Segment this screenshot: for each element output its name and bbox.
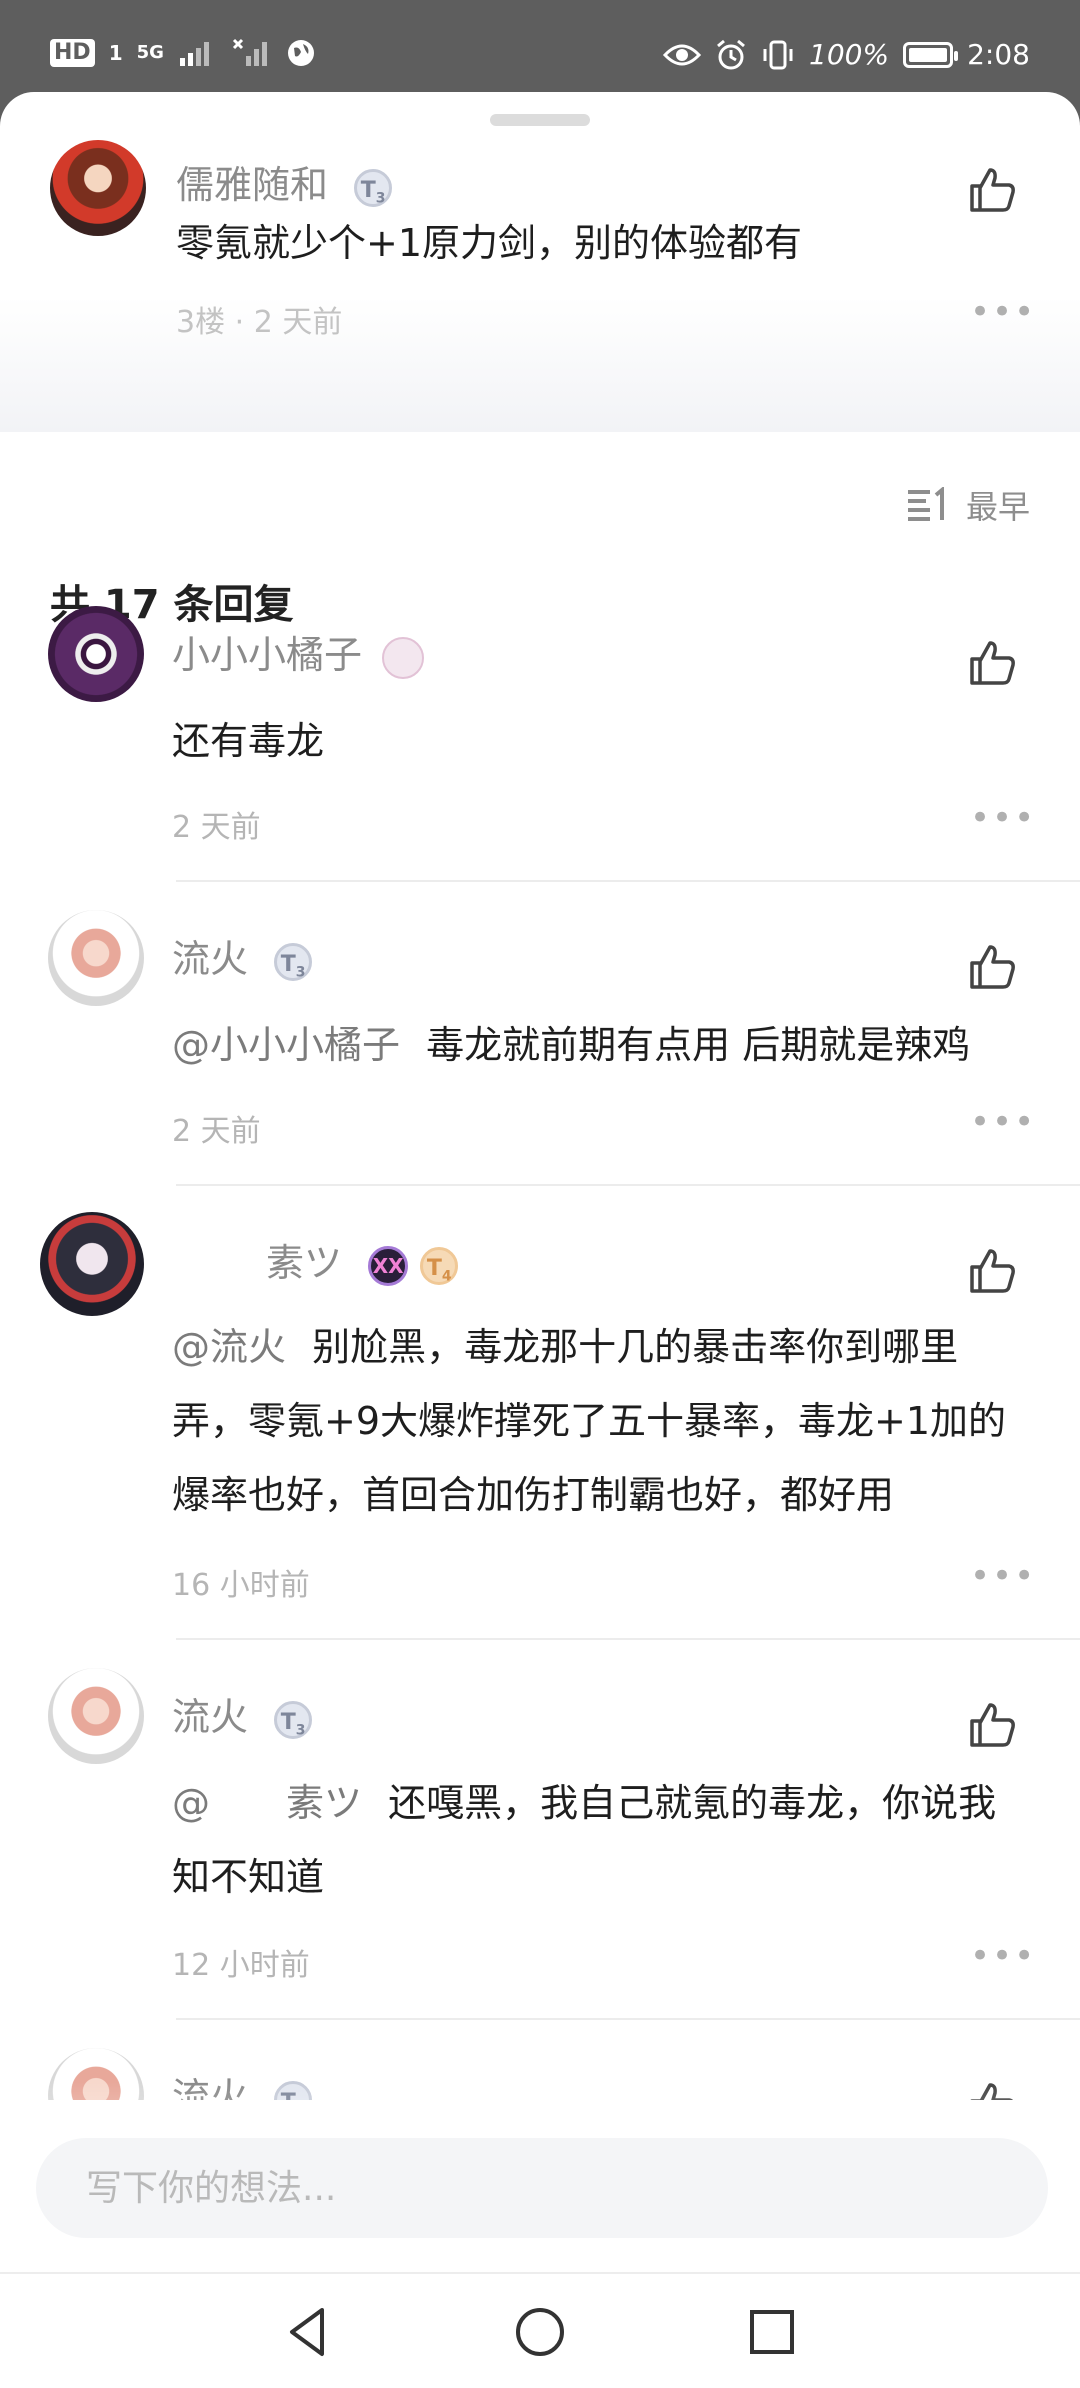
comment-time: 16 小时前 — [172, 1568, 310, 1603]
mention-link[interactable]: @小小小橘子 — [172, 1023, 400, 1067]
thumbs-up-icon[interactable] — [966, 941, 1018, 993]
comment-text: 还有毒龙 — [172, 719, 325, 763]
thumbs-up-icon[interactable] — [966, 1245, 1018, 1297]
comment-input-bar — [0, 2100, 1080, 2272]
system-nav-bar — [0, 2272, 1080, 2388]
username[interactable]: 儒雅随和 T3 — [176, 154, 393, 209]
alarm-icon — [717, 39, 746, 69]
sort-label: 最早 — [965, 488, 1030, 526]
mention-link[interactable]: @流火 — [172, 1325, 286, 1369]
thumbs-up-icon[interactable] — [966, 164, 1018, 216]
network-label: 5G — [136, 42, 164, 63]
divider — [176, 1184, 1080, 1186]
avatar[interactable] — [48, 606, 144, 702]
level-number: 3 — [295, 1721, 306, 1738]
avatar[interactable] — [48, 1668, 144, 1764]
comment-sheet: 儒雅随和 T3 零氪就少个+1原力剑，别的体验都有 3楼 · 2 天前 ••• … — [0, 92, 1080, 2272]
comment-text: @流火 别尬黑，毒龙那十几的暴击率你到哪里弄，零氪+9大爆炸撑死了五十暴率，毒龙… — [172, 1310, 1032, 1532]
comment-text: @ 素ツ 还嘎黑，我自己就氪的毒龙，你说我知不知道 — [172, 1766, 1032, 1914]
level-badge: T3 — [274, 1700, 313, 1739]
special-badge-icon: XX — [368, 1245, 409, 1286]
level-number: 4 — [441, 1267, 452, 1284]
divider — [176, 2018, 1080, 2020]
fan-badge-icon — [382, 636, 425, 679]
divider — [176, 1638, 1080, 1640]
level-number: 3 — [375, 189, 386, 206]
more-dots-icon[interactable]: ••• — [970, 1939, 1036, 1973]
comment-body: 别尬黑，毒龙那十几的暴击率你到哪里弄，零氪+9大爆炸撑死了五十暴率，毒龙+1加的… — [172, 1325, 1007, 1517]
level-number: 3 — [295, 963, 306, 980]
sort-button[interactable]: 最早 — [906, 482, 1030, 528]
more-dots-icon[interactable]: ••• — [970, 295, 1036, 329]
thumbs-up-icon[interactable] — [966, 1699, 1018, 1751]
username-text: 素ツ — [266, 1241, 343, 1285]
mention-link[interactable]: @ 素ツ — [172, 1781, 362, 1825]
more-dots-icon[interactable]: ••• — [970, 801, 1036, 835]
globe-icon — [287, 40, 314, 66]
vibrate-icon — [763, 40, 793, 69]
more-dots-icon[interactable]: ••• — [970, 1105, 1036, 1139]
comment-text: 零氪就少个+1原力剑，别的体验都有 — [176, 221, 803, 265]
home-circle-icon[interactable] — [510, 2302, 570, 2362]
no-signal-icon — [232, 38, 267, 66]
comment-time: 12 小时前 — [172, 1948, 310, 1983]
avatar[interactable] — [40, 1212, 144, 1316]
sim-slot: 1 — [108, 41, 123, 65]
battery-icon — [903, 41, 959, 68]
eye-icon — [663, 44, 702, 65]
avatar[interactable] — [48, 910, 144, 1006]
comment-input[interactable] — [36, 2138, 1048, 2238]
divider — [176, 880, 1080, 882]
battery-fill — [909, 47, 948, 62]
username[interactable]: 素ツ XX T4 — [266, 1232, 459, 1287]
recents-square-icon[interactable] — [742, 2302, 802, 2362]
hd-badge: HD — [50, 39, 95, 67]
battery-percent: 100% — [809, 38, 890, 71]
comment-meta: 3楼 · 2 天前 — [176, 305, 343, 340]
drag-handle[interactable] — [490, 114, 590, 126]
comment-time: 2 天前 — [172, 810, 261, 845]
parent-comment: 儒雅随和 T3 零氪就少个+1原力剑，别的体验都有 3楼 · 2 天前 ••• — [0, 132, 1080, 432]
username[interactable]: 小小小橘子 — [172, 624, 425, 679]
comment-time: 2 天前 — [172, 1114, 261, 1149]
level-badge: T4 — [420, 1246, 459, 1285]
comment-body: 毒龙就前期有点用 后期就是辣鸡 — [426, 1023, 971, 1067]
avatar[interactable] — [50, 140, 146, 236]
level-badge: T3 — [354, 168, 393, 207]
username-text: 儒雅随和 — [176, 163, 329, 207]
thumbs-up-icon[interactable] — [966, 637, 1018, 689]
more-dots-icon[interactable]: ••• — [970, 1559, 1036, 1593]
comment-text: @小小小橘子 毒龙就前期有点用 后期就是辣鸡 — [172, 1008, 1052, 1082]
sort-icon — [907, 487, 944, 521]
username[interactable]: 流火 T3 — [172, 928, 313, 983]
username[interactable]: 流火 T3 — [172, 1686, 313, 1741]
clock: 2:08 — [967, 38, 1030, 71]
username-text: 小小小橘子 — [172, 633, 363, 677]
status-right: 100% 2:08 — [663, 38, 1030, 71]
username-text: 流火 — [172, 937, 249, 981]
status-left: HD 1 5G — [50, 38, 316, 68]
signal-icon — [179, 42, 209, 66]
level-badge: T3 — [274, 942, 313, 981]
status-bar: HD 1 5G 100% 2:08 — [0, 0, 1080, 92]
back-triangle-icon[interactable] — [278, 2302, 338, 2362]
username-text: 流火 — [172, 1695, 249, 1739]
